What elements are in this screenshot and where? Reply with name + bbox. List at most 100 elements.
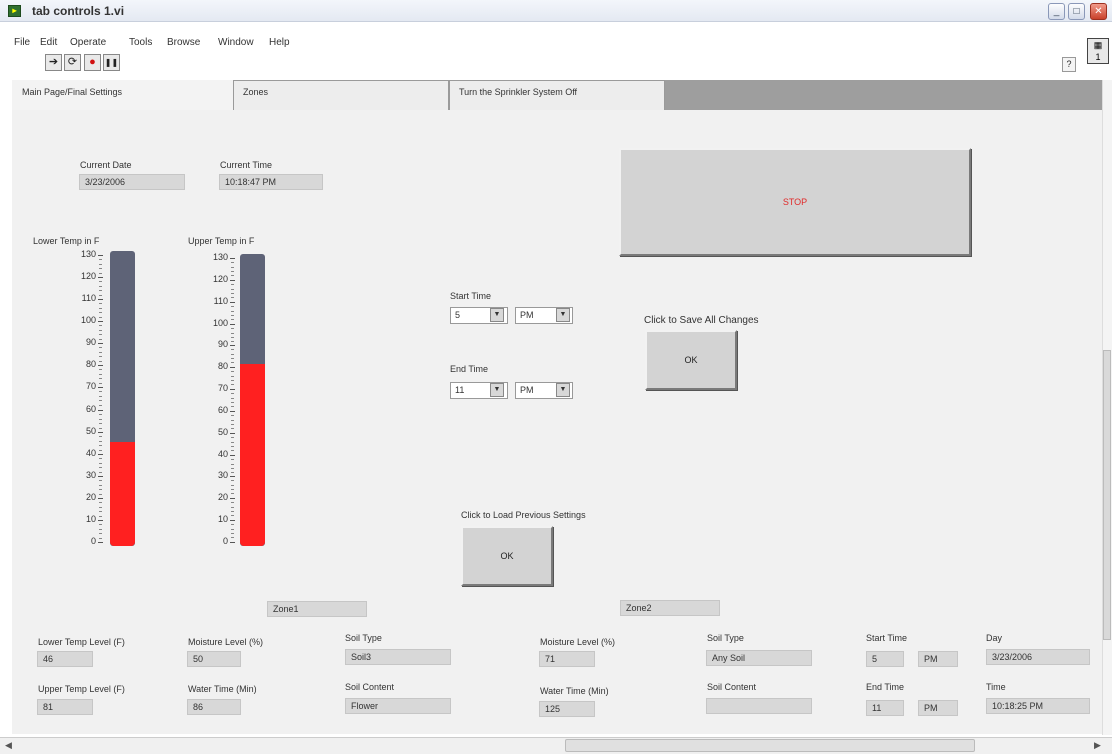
lower-temp-minor-tick <box>99 428 102 429</box>
horizontal-scroll-thumb[interactable] <box>565 739 975 752</box>
current-date-label: Current Date <box>80 160 132 170</box>
upper-temp-minor-tick <box>231 376 234 377</box>
lower-temp-minor-tick <box>99 268 102 269</box>
vi-icon-label: 1 <box>1095 52 1101 62</box>
lower-temp-tick-label: 10 <box>85 514 96 524</box>
upper-temp-minor-tick <box>231 289 234 290</box>
upper-temp-tick-mark <box>230 367 235 368</box>
zone2-day-field: 3/23/2006 <box>986 649 1090 665</box>
upper-temp-minor-tick <box>231 524 234 525</box>
lower-temp-minor-tick <box>99 472 102 473</box>
lower-temp-minor-tick <box>99 361 102 362</box>
dropdown-arrow-icon[interactable]: ▼ <box>490 308 504 322</box>
lower-temp-tick-label: 40 <box>85 448 96 458</box>
zone1-soil-content-label: Soil Content <box>345 682 395 692</box>
vertical-scroll-thumb[interactable] <box>1103 350 1111 640</box>
zone2-name-field: Zone2 <box>620 600 720 616</box>
vi-connector-icon: ▦ 1 <box>1087 38 1109 64</box>
lower-temp-thermometer-level <box>110 442 135 546</box>
lower-temp-minor-tick <box>99 436 102 437</box>
stop-button[interactable]: STOP <box>619 148 971 256</box>
upper-temp-minor-tick <box>231 472 234 473</box>
context-help-icon[interactable]: ? <box>1062 57 1076 72</box>
upper-temp-tick-label: 30 <box>217 470 228 480</box>
menu-browse[interactable]: Browse <box>167 37 200 48</box>
dropdown-arrow-icon[interactable]: ▼ <box>556 308 570 322</box>
upper-temp-minor-tick <box>231 464 234 465</box>
dropdown-arrow-icon[interactable]: ▼ <box>490 383 504 397</box>
zone2-time-field: 10:18:25 PM <box>986 698 1090 714</box>
scroll-right-icon[interactable]: ▶ <box>1094 740 1101 751</box>
minimize-icon[interactable]: _ <box>1048 3 1065 20</box>
lower-temp-minor-tick <box>99 467 102 468</box>
lower-temp-tick-mark <box>98 387 103 388</box>
upper-temp-minor-tick <box>231 489 234 490</box>
upper-temp-minor-tick <box>231 398 234 399</box>
lower-temp-minor-tick <box>99 259 102 260</box>
run-continuously-icon[interactable]: ⟳ <box>64 54 81 71</box>
menu-help[interactable]: Help <box>269 37 290 48</box>
zone2-moisture-label: Moisture Level (%) <box>540 637 616 647</box>
upper-temp-tick-mark <box>230 280 235 281</box>
lower-temp-minor-tick <box>99 400 102 401</box>
pause-icon[interactable]: ❚❚ <box>103 54 120 71</box>
menu-tools[interactable]: Tools <box>129 37 152 48</box>
lower-temp-minor-tick <box>99 405 102 406</box>
upper-temp-minor-tick <box>231 537 234 538</box>
abort-execution-icon[interactable]: ● <box>84 54 101 71</box>
menu-operate[interactable]: Operate <box>70 37 106 48</box>
upper-temp-minor-tick <box>231 271 234 272</box>
tab-turn-sprinkler-off[interactable]: Turn the Sprinkler System Off <box>449 80 665 110</box>
lower-temp-tick-label: 90 <box>85 337 96 347</box>
tab-zones[interactable]: Zones <box>233 80 449 110</box>
upper-temp-minor-tick <box>231 446 234 447</box>
upper-temp-label: Upper Temp in F <box>188 236 255 246</box>
lower-temp-minor-tick <box>99 317 102 318</box>
lower-temp-minor-tick <box>99 414 102 415</box>
tab-strip-background <box>665 80 1105 110</box>
upper-temp-minor-tick <box>231 337 234 338</box>
lower-temp-minor-tick <box>99 524 102 525</box>
dropdown-arrow-icon[interactable]: ▼ <box>556 383 570 397</box>
upper-temp-tick-label: 130 <box>212 252 228 262</box>
lower-temp-minor-tick <box>99 303 102 304</box>
lower-temp-minor-tick <box>99 485 102 486</box>
upper-temp-minor-tick <box>231 341 234 342</box>
lower-temp-minor-tick <box>99 312 102 313</box>
upper-temp-minor-tick <box>231 262 234 263</box>
upper-temp-minor-tick <box>231 480 234 481</box>
lower-temp-minor-tick <box>99 502 102 503</box>
zone1-water-time-field: 86 <box>187 699 241 715</box>
lower-temp-minor-tick <box>99 538 102 539</box>
menu-window[interactable]: Window <box>218 37 254 48</box>
lower-temp-tick-mark <box>98 321 103 322</box>
lower-temp-tick-label: 120 <box>80 271 96 281</box>
lower-temp-minor-tick <box>99 281 102 282</box>
labview-vi-icon: ▸ <box>8 5 21 17</box>
lower-temp-minor-tick <box>99 511 102 512</box>
start-time-label: Start Time <box>450 291 492 301</box>
load-ok-button[interactable]: OK <box>461 526 553 586</box>
upper-temp-minor-tick <box>231 333 234 334</box>
window-title: tab controls 1.vi <box>32 4 125 18</box>
run-arrow-icon[interactable]: ➔ <box>45 54 62 71</box>
upper-temp-minor-tick <box>231 402 234 403</box>
lower-temp-tick-label: 110 <box>81 293 96 303</box>
lower-temp-minor-tick <box>99 286 102 287</box>
lower-temp-tick-mark <box>98 343 103 344</box>
close-icon[interactable]: ✕ <box>1090 3 1107 20</box>
lower-temp-minor-tick <box>99 295 102 296</box>
lower-temp-minor-tick <box>99 489 102 490</box>
menu-edit[interactable]: Edit <box>40 37 57 48</box>
tab-main-page[interactable]: Main Page/Final Settings <box>12 80 233 112</box>
scroll-left-icon[interactable]: ◀ <box>5 740 12 751</box>
lower-temp-minor-tick <box>99 264 102 265</box>
lower-temp-tick-mark <box>98 432 103 433</box>
menu-file[interactable]: File <box>14 37 30 48</box>
upper-temp-tick-mark <box>230 324 235 325</box>
upper-temp-thermometer-level <box>240 364 265 546</box>
upper-temp-minor-tick <box>231 358 234 359</box>
maximize-icon[interactable]: □ <box>1068 3 1085 20</box>
save-ok-button[interactable]: OK <box>645 330 737 390</box>
upper-temp-tick-label: 10 <box>217 514 228 524</box>
